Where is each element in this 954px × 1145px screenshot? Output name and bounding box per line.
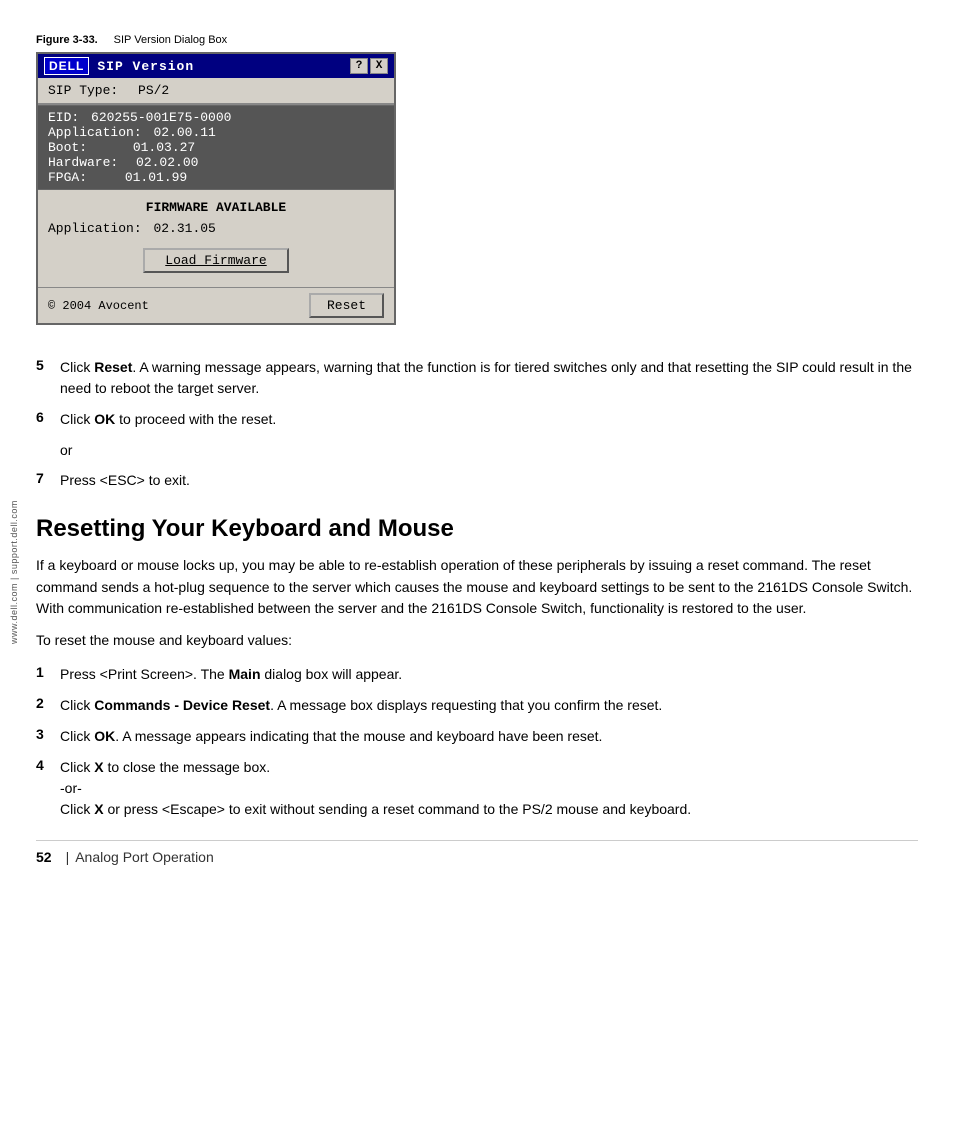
kb-step-2: 2 Click Commands - Device Reset. A messa…	[36, 695, 918, 716]
eid-label: EID:	[48, 110, 79, 125]
sip-type-row: SIP Type: PS/2	[38, 78, 394, 105]
sip-type-label: SIP Type:	[48, 83, 118, 98]
footer-section-text: Analog Port Operation	[75, 849, 214, 865]
kb-step-3: 3 Click OK. A message appears indicating…	[36, 726, 918, 747]
sip-version-dialog: DELL SIP Version ? X SIP Type: PS/2 EID:…	[36, 52, 396, 325]
close-button[interactable]: X	[370, 58, 388, 74]
figure-label: Figure 3-33. SIP Version Dialog Box	[36, 30, 918, 46]
steps-list: 5 Click Reset. A warning message appears…	[36, 357, 918, 430]
hardware-label: Hardware:	[48, 155, 118, 170]
copyright-text: © 2004 Avocent	[48, 299, 149, 313]
boot-value: 01.03.27	[133, 140, 195, 155]
boot-label: Boot:	[48, 140, 87, 155]
kb-step-4: 4 Click X to close the message box. -or-…	[36, 757, 918, 820]
dialog-info-section: EID: 620255-001E75-0000 Application: 02.…	[38, 105, 394, 190]
step-5-text: Click Reset. A warning message appears, …	[60, 357, 918, 399]
kb-step-3-text: Click OK. A message appears indicating t…	[60, 726, 918, 747]
eid-row: EID: 620255-001E75-0000	[48, 110, 384, 125]
fpga-label: FPGA:	[48, 170, 87, 185]
page-number: 52	[36, 849, 52, 865]
fpga-row: FPGA: 01.01.99	[48, 170, 384, 185]
hardware-row: Hardware: 02.02.00	[48, 155, 384, 170]
dialog-title: SIP Version	[97, 59, 194, 74]
load-firmware-button[interactable]: Load Firmware	[143, 248, 288, 273]
kb-step-4-number: 4	[36, 757, 60, 773]
step-7-text: Press <ESC> to exit.	[60, 470, 918, 491]
load-firmware-container: Load Firmware	[38, 238, 394, 285]
fpga-value: 01.01.99	[125, 170, 187, 185]
kb-step-4-text: Click X to close the message box. -or- C…	[60, 757, 918, 820]
kb-step-1: 1 Press <Print Screen>. The Main dialog …	[36, 664, 918, 685]
step-6-number: 6	[36, 409, 60, 425]
application-value: 02.00.11	[153, 125, 215, 140]
sidebar-watermark: www.dell.com | support.dell.com	[0, 0, 28, 1145]
application-label: Application:	[48, 125, 142, 140]
dialog-footer: © 2004 Avocent Reset	[38, 287, 394, 323]
step-7-number: 7	[36, 470, 60, 486]
section-paragraph-2: To reset the mouse and keyboard values:	[36, 630, 918, 652]
firmware-app-label: Application:	[48, 221, 142, 236]
sip-type-value: PS/2	[138, 83, 169, 98]
kb-step-3-number: 3	[36, 726, 60, 742]
step-7: 7 Press <ESC> to exit.	[36, 470, 918, 491]
dell-logo: DELL	[44, 57, 89, 75]
kb-steps-list: 1 Press <Print Screen>. The Main dialog …	[36, 664, 918, 820]
kb-step-2-text: Click Commands - Device Reset. A message…	[60, 695, 918, 716]
step-5-number: 5	[36, 357, 60, 373]
page-footer: 52 | Analog Port Operation	[36, 840, 918, 865]
help-button[interactable]: ?	[350, 58, 368, 74]
footer-separator: |	[66, 849, 70, 865]
firmware-app-row: Application: 02.31.05	[38, 219, 394, 238]
step-6-text: Click OK to proceed with the reset.	[60, 409, 918, 430]
section-paragraph-1: If a keyboard or mouse locks up, you may…	[36, 555, 918, 620]
kb-step-1-number: 1	[36, 664, 60, 680]
kb-step-2-number: 2	[36, 695, 60, 711]
firmware-app-value: 02.31.05	[153, 221, 215, 236]
section-heading: Resetting Your Keyboard and Mouse	[36, 515, 918, 543]
kb-step-1-text: Press <Print Screen>. The Main dialog bo…	[60, 664, 918, 685]
reset-button[interactable]: Reset	[309, 293, 384, 318]
or-divider: or	[60, 442, 918, 458]
step-6: 6 Click OK to proceed with the reset.	[36, 409, 918, 430]
step-5: 5 Click Reset. A warning message appears…	[36, 357, 918, 399]
eid-value: 620255-001E75-0000	[91, 110, 231, 125]
hardware-value: 02.02.00	[136, 155, 198, 170]
application-row: Application: 02.00.11	[48, 125, 384, 140]
boot-row: Boot: 01.03.27	[48, 140, 384, 155]
dialog-titlebar: DELL SIP Version ? X	[38, 54, 394, 78]
firmware-section: FIRMWARE AVAILABLE Application: 02.31.05…	[38, 190, 394, 287]
firmware-header: FIRMWARE AVAILABLE	[38, 196, 394, 219]
step-7-list: 7 Press <ESC> to exit.	[36, 470, 918, 491]
